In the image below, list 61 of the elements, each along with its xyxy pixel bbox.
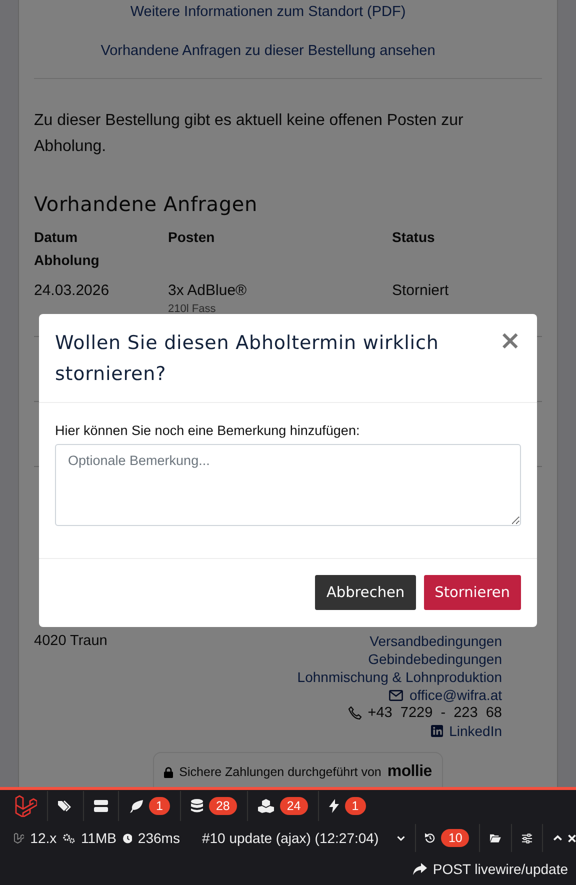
- count-badge: 24: [280, 797, 308, 815]
- remark-field[interactable]: Optionale Bemerkung...: [55, 444, 521, 526]
- close-button[interactable]: ×: [499, 328, 521, 354]
- share-arrow-icon: [412, 863, 427, 875]
- table-cell-text: Storniert: [392, 282, 450, 299]
- database-icon: [190, 799, 203, 813]
- info-link[interactable]: Weitere Informationen zum Standort (PDF): [130, 3, 406, 22]
- table-cell-text: 3x AdBlue®: [168, 282, 248, 299]
- item-detail: 210l Fass: [168, 303, 217, 315]
- leaf-icon: [129, 800, 143, 812]
- info-link[interactable]: Vorhandene Anfragen zu dieser Bestellung ansehen: [100, 42, 436, 61]
- section-heading: Vorhandene Anfragen: [34, 192, 258, 216]
- footer-link[interactable]: Lohnmischung & Lohnproduktion: [297, 668, 502, 686]
- count-badge: 28: [208, 797, 237, 815]
- folder-icon[interactable]: [490, 832, 501, 844]
- chevron-up-icon[interactable]: [552, 834, 562, 842]
- table-cell-text: 24.03.2026: [34, 282, 110, 299]
- framework-icon: [14, 831, 24, 845]
- close-icon[interactable]: [568, 832, 576, 844]
- cubes-icon: [258, 799, 274, 813]
- memory-text: 11MB: [80, 830, 116, 846]
- column-header: Posten: [168, 228, 216, 247]
- bolt-icon: [328, 799, 339, 813]
- field-label: Hier können Sie noch eine Bemerkung hinzufügen:: [55, 423, 361, 438]
- server-icon: [94, 800, 108, 812]
- request-select[interactable]: #10 update (ajax) (12:27:04): [202, 830, 379, 846]
- debug-tab[interactable]: 1: [318, 791, 376, 821]
- linkedin-link[interactable]: LinkedIn: [449, 722, 502, 740]
- clock-icon: [122, 832, 132, 844]
- tag-icon: [58, 800, 73, 812]
- payment-text: Sichere Zahlungen durchgeführt von: [179, 765, 382, 779]
- gears-icon: [62, 832, 75, 844]
- email-link[interactable]: office@wifra.at: [409, 686, 502, 704]
- column-header: Datum Abholung: [34, 228, 100, 270]
- abort-button[interactable]: Abbrechen: [315, 575, 416, 610]
- cancel-booking-button[interactable]: Stornieren: [424, 575, 521, 610]
- city-text: 4020 Traun: [34, 632, 108, 651]
- time-text: 236ms: [138, 830, 180, 846]
- phone-icon: [348, 706, 362, 720]
- debug-tab[interactable]: 28: [180, 791, 248, 821]
- debug-tab[interactable]: 1: [119, 791, 181, 821]
- modal-title: Wollen Sie diesen Abholtermin wirklich stornieren?: [55, 331, 440, 387]
- count-badge: 1: [344, 797, 366, 815]
- mail-icon: [389, 690, 404, 700]
- footer-link[interactable]: Gebindebedingungen: [368, 650, 502, 668]
- settings-icon[interactable]: [522, 832, 532, 844]
- route-text: POST livewire/update: [432, 861, 568, 877]
- caret-icon[interactable]: [396, 834, 405, 842]
- notice-text: Zu dieser Bestellung gibt es aktuell keine offenen Posten zur Abholung.: [34, 111, 464, 157]
- column-header: Status: [392, 228, 436, 247]
- count-badge: 10: [441, 829, 470, 847]
- lock-icon: [164, 766, 174, 778]
- phone-number: +43 7229 - 223 68: [368, 704, 502, 722]
- version-text: 12.x: [30, 830, 57, 846]
- history-icon[interactable]: [425, 831, 436, 845]
- logo-icon: [15, 795, 37, 817]
- linkedin-icon: [431, 725, 444, 737]
- debug-tab[interactable]: 24: [248, 791, 319, 821]
- footer-link[interactable]: Versandbedingungen: [370, 632, 502, 650]
- count-badge: 1: [149, 797, 170, 815]
- payment-brand: mollie: [387, 763, 432, 781]
